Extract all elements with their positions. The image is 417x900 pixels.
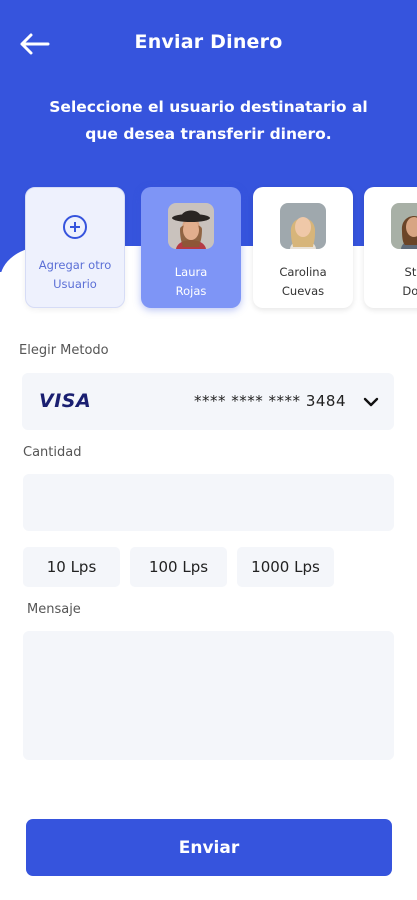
amount-label: Cantidad	[23, 445, 82, 460]
page-subtitle: Seleccione el usuario destinatario al qu…	[49, 98, 368, 143]
recipient-name: Ste Don	[368, 263, 417, 301]
message-input[interactable]	[23, 631, 394, 760]
avatar	[168, 203, 214, 249]
add-user-label-line2: Usuario	[53, 277, 97, 291]
add-user-button[interactable]: Agregar otro Usuario	[25, 187, 125, 308]
recipient-last-name: Rojas	[175, 284, 207, 298]
recipient-first-name: Laura	[174, 265, 208, 279]
recipient-card-laura[interactable]: Laura Rojas	[141, 187, 241, 308]
quick-amount-10[interactable]: 10 Lps	[23, 547, 120, 587]
quick-amount-1000[interactable]: 1000 Lps	[237, 547, 334, 587]
method-label: Elegir Metodo	[19, 343, 109, 358]
add-user-label: Agregar otro Usuario	[29, 256, 121, 294]
recipient-last-name: Don	[402, 284, 417, 298]
recipient-name: Laura Rojas	[145, 263, 237, 301]
add-user-label-line1: Agregar otro	[38, 258, 112, 272]
message-label: Mensaje	[27, 602, 81, 617]
chevron-down-icon	[363, 397, 379, 407]
plus-circle-icon	[63, 215, 87, 239]
send-button[interactable]: Enviar	[26, 819, 392, 876]
card-number: **** **** **** 3484	[194, 392, 346, 410]
recipient-first-name: Carolina	[279, 265, 327, 279]
avatar	[391, 203, 417, 249]
visa-logo: VISA	[39, 390, 92, 412]
recipient-card-ste[interactable]: Ste Don	[364, 187, 417, 308]
avatar	[280, 203, 326, 249]
recipient-card-carolina[interactable]: Carolina Cuevas	[253, 187, 353, 308]
send-money-screen: Enviar Dinero Seleccione el usuario dest…	[0, 0, 417, 900]
page-title: Enviar Dinero	[134, 31, 283, 53]
recipient-name: Carolina Cuevas	[257, 263, 349, 301]
quick-amount-100[interactable]: 100 Lps	[130, 547, 227, 587]
amount-input[interactable]	[23, 474, 394, 531]
recipient-first-name: Ste	[404, 265, 417, 279]
recipient-last-name: Cuevas	[281, 284, 325, 298]
recipient-list: Agregar otro Usuario Laura Rojas Carolin…	[0, 187, 417, 309]
payment-method-select[interactable]: VISA **** **** **** 3484	[22, 373, 394, 430]
